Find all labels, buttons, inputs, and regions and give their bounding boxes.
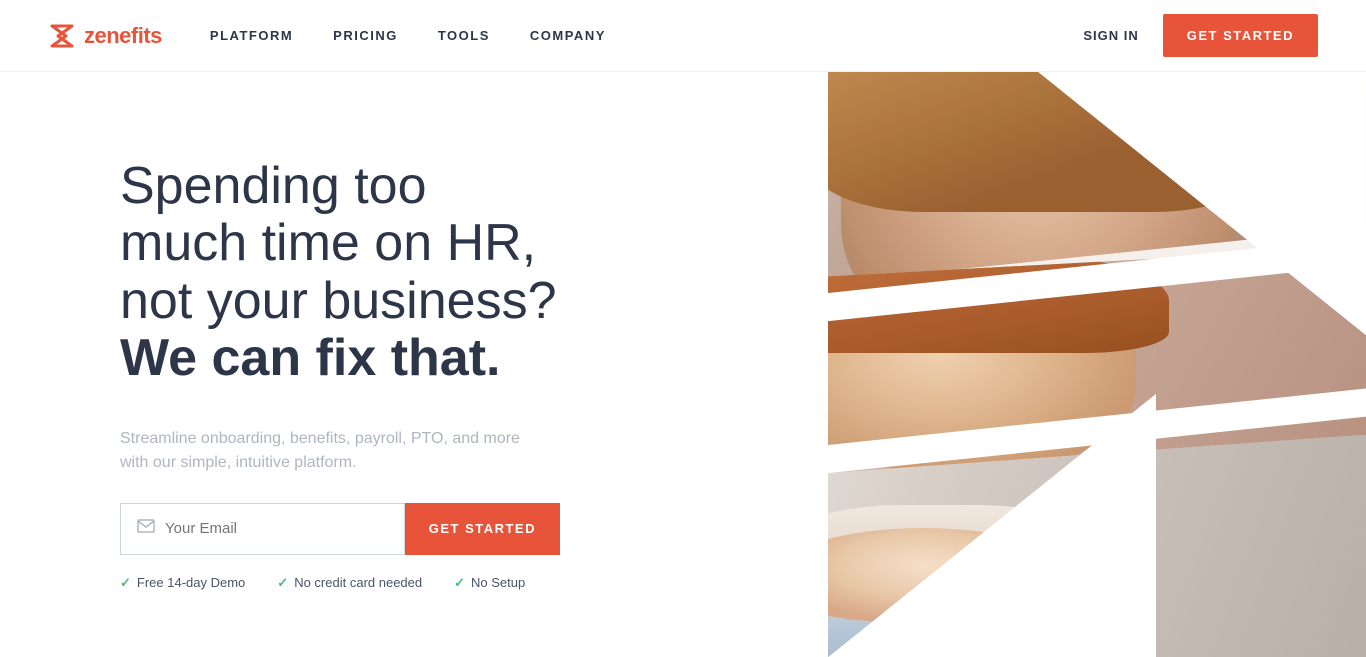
trust-label-demo: Free 14-day Demo bbox=[137, 575, 245, 590]
nav-pricing[interactable]: PRICING bbox=[333, 28, 398, 43]
logo-link[interactable]: zenefits bbox=[48, 22, 162, 50]
headline-bold: We can fix that. bbox=[120, 329, 500, 387]
nav-links: PLATFORM PRICING TOOLS COMPANY bbox=[210, 28, 1083, 43]
email-input-wrapper bbox=[120, 503, 405, 555]
email-form: GET STARTED bbox=[120, 503, 560, 555]
sign-in-link[interactable]: SIGN IN bbox=[1083, 28, 1138, 43]
trust-item-no-card: ✓ No credit card needed bbox=[277, 575, 422, 591]
trust-badges: ✓ Free 14-day Demo ✓ No credit card need… bbox=[120, 575, 650, 591]
nav-company[interactable]: COMPANY bbox=[530, 28, 606, 43]
headline-line2: much time on HR, bbox=[120, 214, 536, 272]
hero-subtext: Streamline onboarding, benefits, payroll… bbox=[120, 427, 520, 475]
main-content: Spending too much time on HR, not your b… bbox=[0, 72, 1366, 657]
hero-headline: Spending too much time on HR, not your b… bbox=[120, 158, 650, 387]
nav-tools[interactable]: TOOLS bbox=[438, 28, 490, 43]
get-started-nav-button[interactable]: GET STARTED bbox=[1163, 14, 1318, 57]
headline-line1: Spending too bbox=[120, 157, 427, 215]
trust-item-no-setup: ✓ No Setup bbox=[454, 575, 525, 591]
nav-right: SIGN IN GET STARTED bbox=[1083, 14, 1318, 57]
headline-line3: not your business? bbox=[120, 272, 557, 330]
nav-platform[interactable]: PLATFORM bbox=[210, 28, 293, 43]
logo-text: zenefits bbox=[84, 23, 162, 49]
check-icon-demo: ✓ bbox=[120, 575, 131, 591]
email-icon bbox=[137, 519, 155, 538]
check-icon-no-card: ✓ bbox=[277, 575, 288, 591]
email-input[interactable] bbox=[165, 520, 388, 537]
trust-label-no-card: No credit card needed bbox=[294, 575, 422, 590]
check-icon-no-setup: ✓ bbox=[454, 575, 465, 591]
get-started-button[interactable]: GET STARTED bbox=[405, 503, 560, 555]
z-logo-icon bbox=[48, 22, 76, 50]
trust-label-no-setup: No Setup bbox=[471, 575, 525, 590]
hero-right bbox=[710, 72, 1366, 657]
hero-left: Spending too much time on HR, not your b… bbox=[0, 72, 710, 657]
trust-item-demo: ✓ Free 14-day Demo bbox=[120, 575, 245, 591]
navigation: zenefits PLATFORM PRICING TOOLS COMPANY … bbox=[0, 0, 1366, 72]
